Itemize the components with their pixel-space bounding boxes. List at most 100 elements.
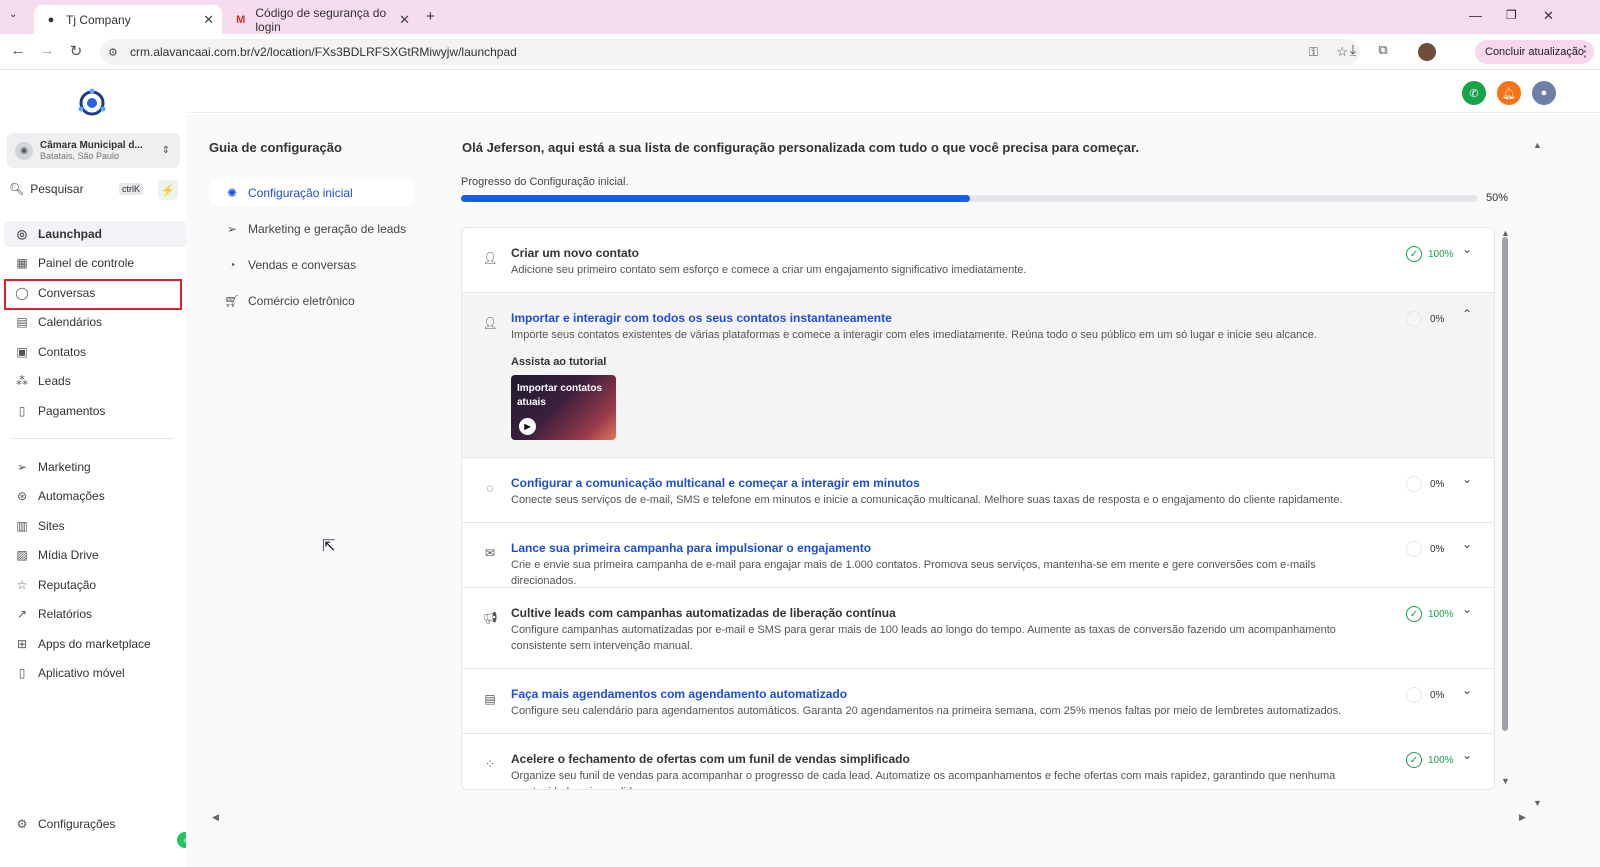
- chevron-down-icon[interactable]: ⌄: [1462, 472, 1472, 486]
- task-title[interactable]: Configurar a comunicação multicanal e co…: [511, 476, 920, 490]
- app-logo: [78, 88, 106, 116]
- back-icon[interactable]: ←: [8, 42, 28, 59]
- minimize-icon[interactable]: —: [1469, 8, 1482, 23]
- quick-action-bolt-icon[interactable]: ⚡: [158, 180, 178, 200]
- chevron-down-icon[interactable]: ⌄: [1462, 748, 1472, 762]
- guide-item-label: Comércio eletrônico: [248, 293, 355, 308]
- sidebar-item-contatos[interactable]: ▣ Contatos: [4, 339, 186, 365]
- sidebar-item-launchpad[interactable]: ◎ Launchpad: [4, 221, 186, 247]
- download-icon[interactable]: ⤓: [1343, 42, 1363, 59]
- sidebar-divider: [12, 438, 174, 439]
- chevron-down-icon[interactable]: ⌄: [1462, 537, 1472, 551]
- chevron-down-icon[interactable]: ⌄: [1462, 602, 1472, 616]
- sidebar-item-apps-marketplace[interactable]: ⊞ Apps do marketplace: [4, 631, 186, 657]
- task-title[interactable]: Importar e interagir com todos os seus c…: [511, 311, 892, 325]
- funnel-icon: ⁘: [484, 757, 496, 771]
- guide-item-marketing[interactable]: ➢ Marketing e geração de leads: [212, 215, 414, 242]
- notification-bell-icon[interactable]: 🔔︎: [1497, 81, 1521, 105]
- page-scroll-up-icon[interactable]: ▲: [1533, 140, 1542, 150]
- restore-icon[interactable]: ❐: [1506, 8, 1517, 22]
- empty-circle-icon: [1406, 687, 1422, 703]
- sidebar-item-reputacao[interactable]: ☆ Reputação: [4, 572, 186, 598]
- page-scroll-left-icon[interactable]: ◀: [212, 812, 219, 823]
- guide-item-configuracao-inicial[interactable]: ✺ Configuração inicial: [212, 179, 414, 206]
- cart-icon: 🛒︎: [224, 293, 240, 308]
- reload-icon[interactable]: ↻: [66, 42, 86, 60]
- task-status-text: 100%: [1428, 608, 1454, 620]
- task-row[interactable]: 👤︎ Criar um novo contato Adicione seu pr…: [462, 228, 1494, 293]
- sidebar-item-sites[interactable]: ▥ Sites: [4, 513, 186, 539]
- sidebar-item-label: Leads: [38, 374, 71, 388]
- search-icon: 🔍︎: [9, 182, 25, 196]
- page-scroll-down-icon[interactable]: ▼: [1533, 798, 1542, 808]
- task-status: ✓ 100%: [1406, 752, 1454, 768]
- tutorial-video-thumbnail[interactable]: Importar contatos atuais ▶: [511, 375, 616, 440]
- sidebar-item-dashboard[interactable]: ▦ Painel de controle: [4, 250, 186, 276]
- sidebar-item-configuracoes[interactable]: ⚙ Configurações: [4, 811, 186, 837]
- task-row[interactable]: 📢︎ Cultive leads com campanhas automatiz…: [462, 588, 1494, 669]
- play-icon[interactable]: ▶: [519, 418, 536, 435]
- task-title[interactable]: Faça mais agendamentos com agendamento a…: [511, 687, 847, 701]
- sidebar-item-midia-drive[interactable]: ▨ Mídia Drive: [4, 542, 186, 568]
- task-description: Configure campanhas automatizadas por e-…: [511, 624, 1336, 652]
- new-tab-icon[interactable]: +: [426, 8, 435, 25]
- sidebar-item-automacoes[interactable]: ⊛ Automações: [4, 483, 186, 509]
- task-list: 👤︎ Criar um novo contato Adicione seu pr…: [461, 227, 1495, 790]
- task-row[interactable]: ✉ Lance sua primeira campanha para impul…: [462, 523, 1494, 588]
- password-key-icon[interactable]: ⚿: [1309, 45, 1318, 60]
- sidebar-item-label: Reputação: [38, 578, 97, 592]
- task-row-expanded[interactable]: 👤︎ Importar e interagir com todos os seu…: [462, 293, 1494, 458]
- sidebar-item-leads[interactable]: ⁂ Leads: [4, 368, 186, 394]
- url-text: crm.alavancaai.com.br/v2/location/FXs3BD…: [130, 45, 517, 59]
- profile-avatar[interactable]: [1418, 43, 1436, 61]
- chevron-down-icon[interactable]: ⌄: [1462, 242, 1472, 256]
- chevron-down-icon[interactable]: ⌄: [1462, 683, 1472, 697]
- speedometer-icon: ◔: [228, 257, 236, 272]
- sidebar-item-relatorios[interactable]: ↗ Relatórios: [4, 601, 186, 627]
- guide-item-vendas[interactable]: ◔ Vendas e conversas: [212, 251, 414, 278]
- leads-icon: ⁂: [16, 374, 28, 388]
- task-row[interactable]: ◌ Configurar a comunicação multicanal e …: [462, 458, 1494, 523]
- sites-icon: ▥: [16, 519, 28, 533]
- sidebar-item-label: Painel de controle: [38, 256, 135, 270]
- close-tab-icon[interactable]: ✕: [399, 12, 410, 28]
- extensions-icon[interactable]: ⧉: [1373, 42, 1393, 58]
- url-field[interactable]: ⚙ crm.alavancaai.com.br/v2/location/FXs3…: [100, 39, 1360, 65]
- progress-label: Progresso do Configuração inicial.: [461, 176, 629, 188]
- sidebar-item-label: Aplicativo móvel: [38, 666, 125, 680]
- forward-icon[interactable]: →: [37, 42, 57, 59]
- tab-search-icon[interactable]: ⌄: [9, 9, 17, 20]
- dashboard-icon: ▦: [16, 256, 28, 270]
- browser-tab-gmail[interactable]: M Código de segurança do login ✕: [224, 5, 418, 34]
- check-circle-icon: ✓: [1406, 752, 1422, 768]
- sidebar-item-aplicativo-movel[interactable]: ▯ Aplicativo móvel: [4, 660, 186, 686]
- rocket-icon: ◎: [16, 227, 28, 241]
- scroll-down-icon[interactable]: ▼: [1501, 776, 1510, 786]
- phone-call-icon[interactable]: ✆: [1462, 81, 1486, 105]
- task-status-text: 0%: [1430, 478, 1445, 490]
- sidebar-item-pagamentos[interactable]: ▯ Pagamentos: [4, 398, 186, 424]
- browser-tab-active[interactable]: ● Tj Company ✕: [34, 5, 222, 34]
- task-title[interactable]: Lance sua primeira campanha para impulsi…: [511, 541, 871, 555]
- task-row[interactable]: ⁘ Acelere o fechamento de ofertas com um…: [462, 734, 1494, 789]
- close-tab-icon[interactable]: ✕: [203, 12, 214, 28]
- guide-item-comercio[interactable]: 🛒︎ Comércio eletrônico: [212, 287, 414, 314]
- close-window-icon[interactable]: ✕: [1543, 8, 1554, 24]
- task-row[interactable]: ▤ Faça mais agendamentos com agendamento…: [462, 669, 1494, 734]
- guide-title: Guia de configuração: [209, 140, 342, 155]
- sidebar-item-label: Pagamentos: [38, 404, 106, 418]
- site-info-icon[interactable]: ⚙: [108, 46, 118, 59]
- top-bar: ✆ 🔔︎ ●: [186, 71, 1600, 113]
- account-switcher[interactable]: ◉ Câmara Municipal d... Batatais, São Pa…: [7, 133, 180, 168]
- greeting-text: Olá Jeferson, aqui está a sua lista de c…: [462, 140, 1139, 155]
- chevron-up-icon[interactable]: ⌃: [1462, 307, 1472, 321]
- sidebar-item-label: Launchpad: [38, 227, 103, 241]
- sidebar-item-calendarios[interactable]: ▤ Calendários: [4, 309, 186, 335]
- user-avatar[interactable]: ●: [1532, 81, 1556, 105]
- page-scroll-right-icon[interactable]: ▶: [1519, 812, 1526, 823]
- tutorial-thumb-text: Importar contatos atuais: [517, 383, 603, 408]
- sidebar-item-marketing[interactable]: ➢ Marketing: [4, 454, 186, 480]
- menu-dots-icon[interactable]: ⋮: [1575, 42, 1595, 60]
- task-list-scrollbar[interactable]: [1502, 237, 1508, 731]
- task-status-text: 0%: [1430, 313, 1445, 325]
